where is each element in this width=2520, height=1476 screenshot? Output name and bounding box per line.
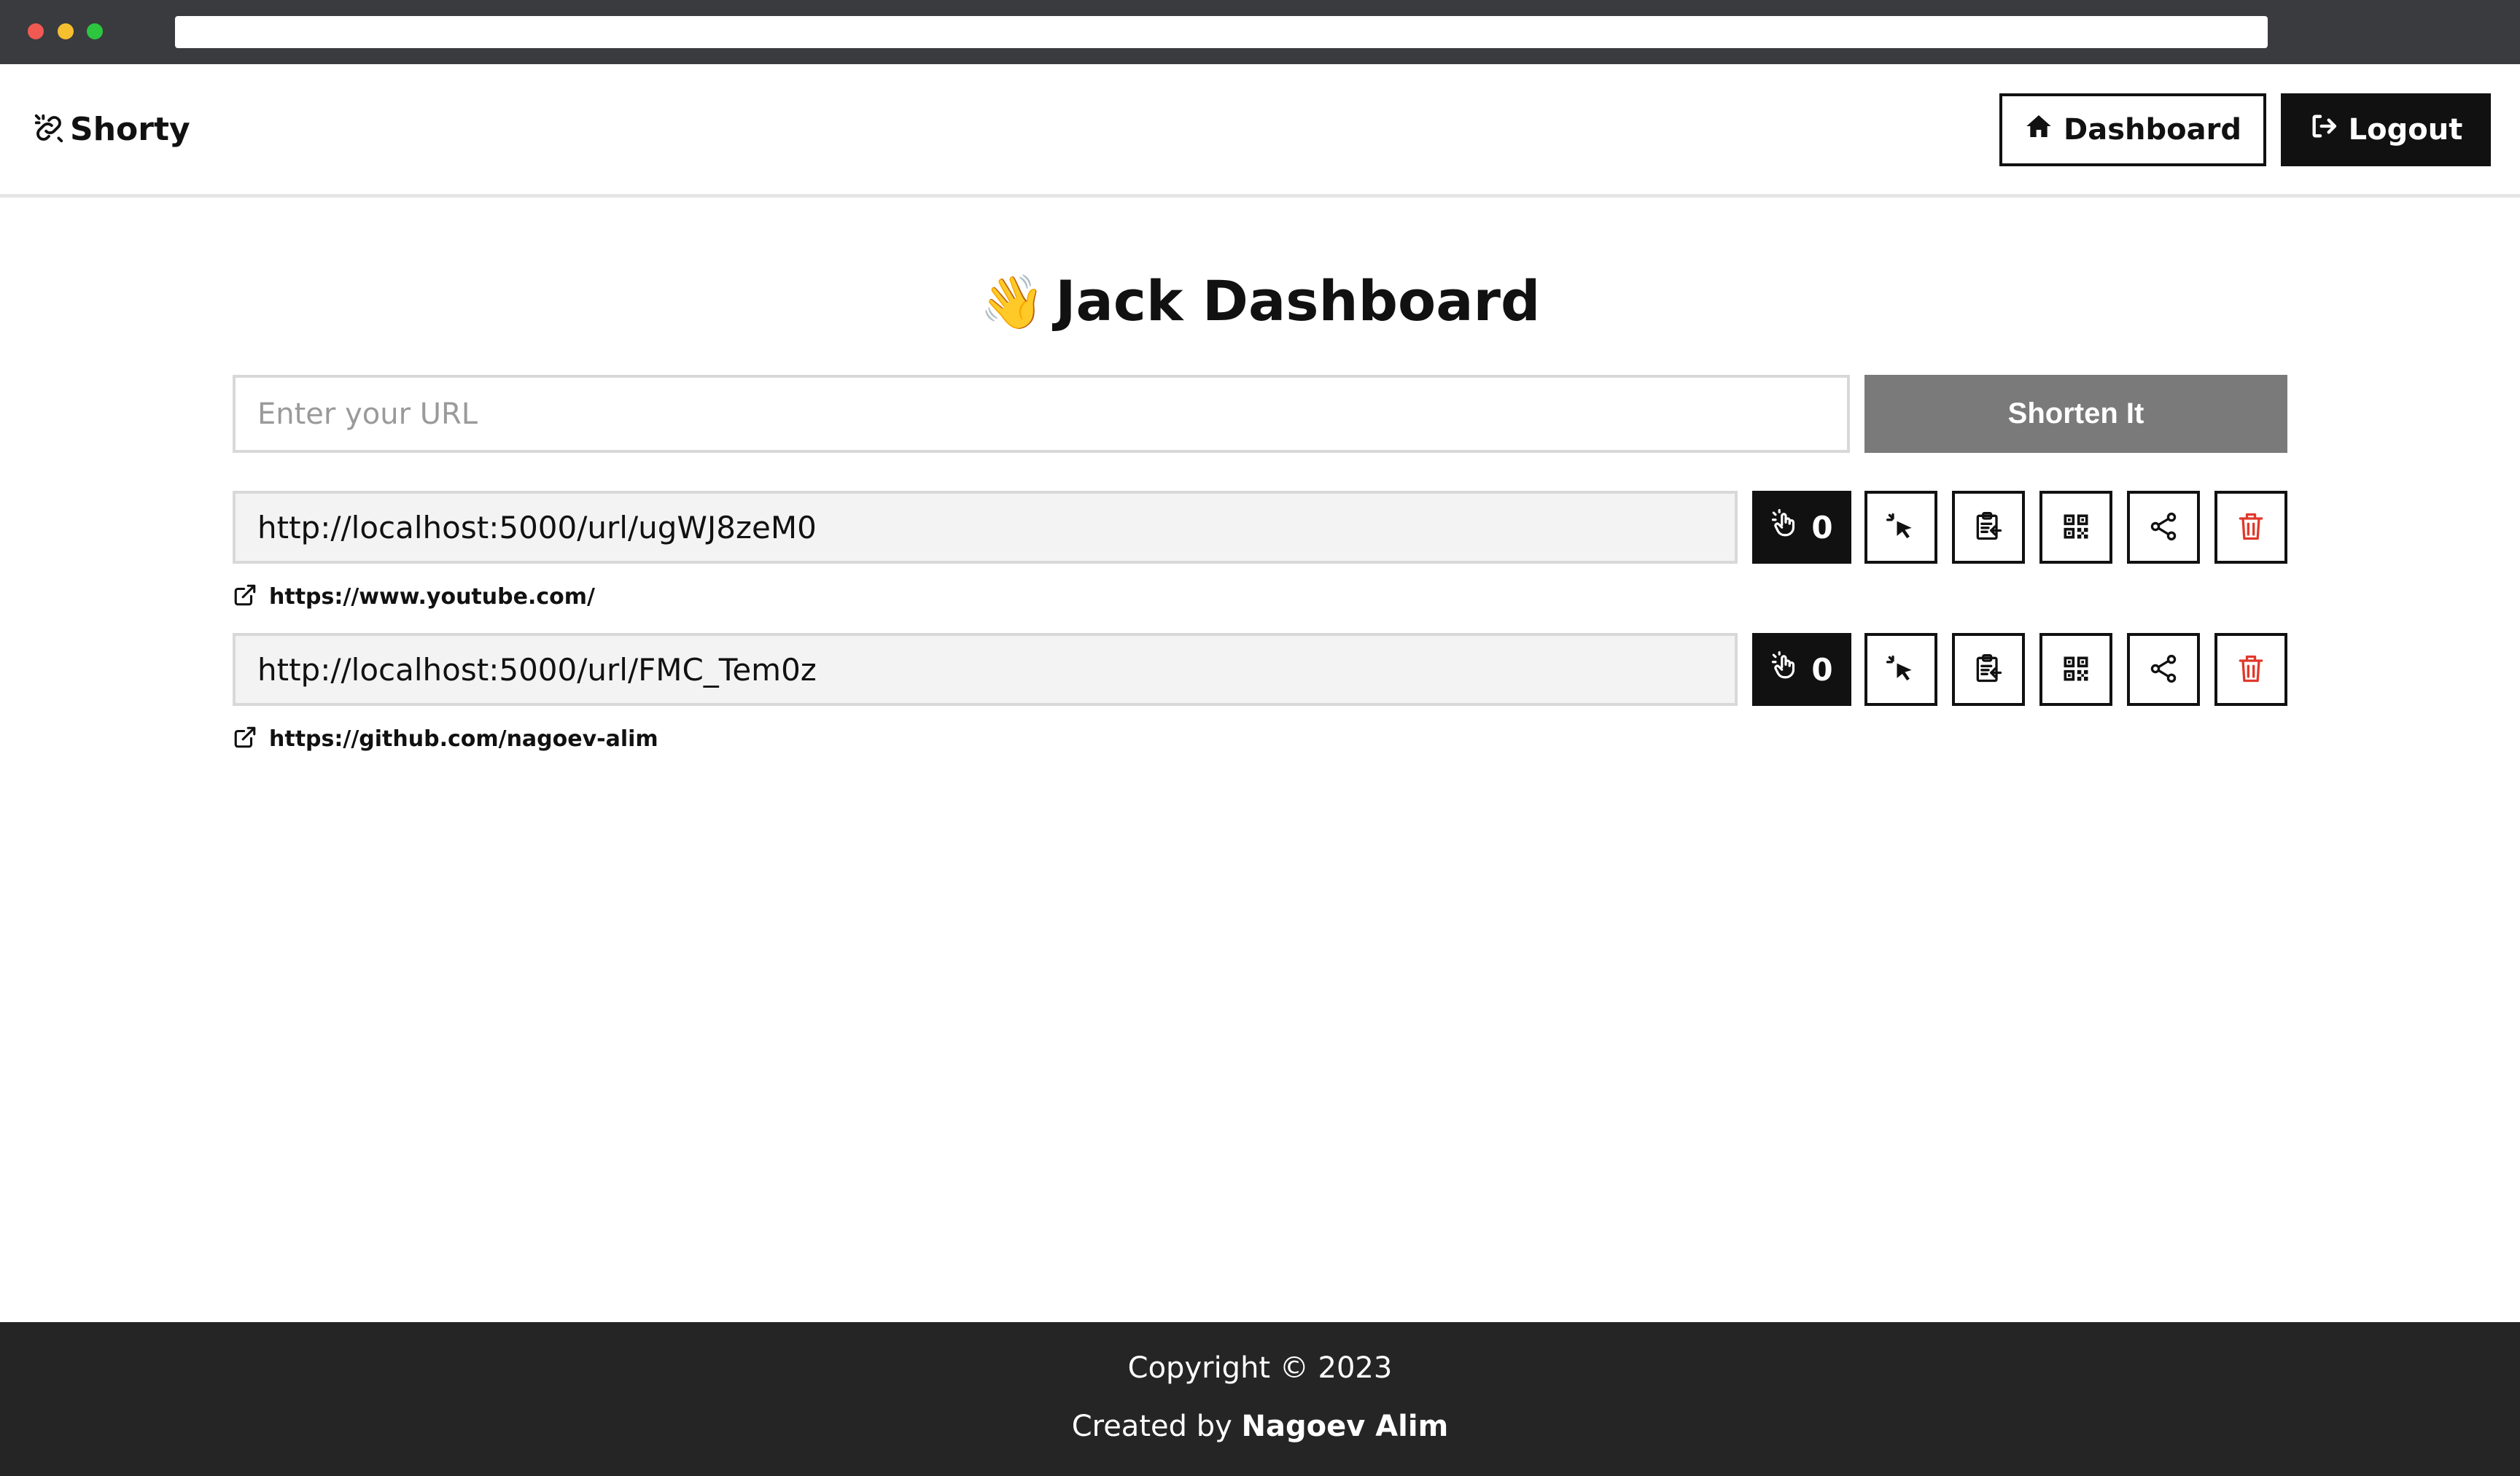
url-input[interactable] — [233, 375, 1850, 453]
navbar: Shorty Dashboard Logout — [0, 64, 2520, 198]
shorten-button[interactable]: Shorten It — [1864, 375, 2287, 453]
brand-logo-link[interactable]: Shorty — [32, 111, 190, 148]
delete-button[interactable] — [2214, 491, 2287, 564]
dashboard-button[interactable]: Dashboard — [1999, 93, 2266, 166]
dashboard-button-label: Dashboard — [2064, 113, 2241, 147]
share-button[interactable] — [2127, 633, 2200, 706]
external-link-icon — [233, 725, 257, 753]
clipboard-icon — [1972, 510, 2004, 545]
cursor-click-icon — [1885, 653, 1917, 687]
link-item: http://localhost:5000/url/FMC_Tem0z 0 ht… — [233, 633, 2287, 764]
qr-code-button[interactable] — [2039, 491, 2112, 564]
visit-link-button[interactable] — [1864, 633, 1937, 706]
logout-button-label: Logout — [2348, 113, 2463, 147]
clicks-count-badge: 0 — [1752, 633, 1851, 706]
address-bar[interactable] — [175, 16, 2268, 48]
page-title: 👋 Jack Dashboard — [0, 268, 2520, 333]
clicks-count: 0 — [1811, 651, 1833, 688]
clicks-count: 0 — [1811, 509, 1833, 545]
window-maximize-button[interactable] — [87, 23, 103, 39]
browser-chrome — [0, 0, 2520, 64]
page-title-text: Jack Dashboard — [1055, 268, 1541, 333]
window-minimize-button[interactable] — [58, 23, 74, 39]
original-url: https://github.com/nagoev-alim — [233, 725, 658, 753]
original-url: https://www.youtube.com/ — [233, 583, 595, 610]
share-button[interactable] — [2127, 491, 2200, 564]
share-icon — [2147, 653, 2179, 687]
clipboard-icon — [1972, 653, 2004, 687]
clicks-count-badge: 0 — [1752, 491, 1851, 564]
short-url-field[interactable]: http://localhost:5000/url/FMC_Tem0z — [233, 633, 1738, 706]
visit-link-button[interactable] — [1864, 491, 1937, 564]
short-url-field[interactable]: http://localhost:5000/url/ugWJ8zeM0 — [233, 491, 1738, 564]
hand-click-icon — [1770, 650, 1801, 688]
qr-code-button[interactable] — [2039, 633, 2112, 706]
copy-link-button[interactable] — [1952, 633, 2025, 706]
hand-click-icon — [1770, 508, 1801, 546]
cursor-click-icon — [1885, 510, 1917, 545]
external-link-icon — [233, 583, 257, 610]
trash-icon — [2235, 653, 2267, 687]
logout-icon — [2309, 112, 2338, 148]
share-icon — [2147, 510, 2179, 545]
logout-button[interactable]: Logout — [2281, 93, 2491, 166]
qr-code-icon — [2060, 653, 2092, 687]
original-url-link[interactable]: https://www.youtube.com/ — [269, 584, 595, 610]
copy-link-button[interactable] — [1952, 491, 2025, 564]
home-icon — [2024, 112, 2053, 148]
waving-hand-icon: 👋 — [979, 271, 1046, 333]
trash-icon — [2235, 510, 2267, 545]
original-url-link[interactable]: https://github.com/nagoev-alim — [269, 726, 658, 752]
author-link[interactable]: Nagoev Alim — [1242, 1410, 1449, 1443]
window-close-button[interactable] — [28, 23, 44, 39]
footer: Copyright © 2023 Created by Nagoev Alim — [0, 1322, 2520, 1476]
qr-code-icon — [2060, 510, 2092, 545]
created-by-prefix: Created by — [1071, 1410, 1232, 1443]
brand-name: Shorty — [70, 111, 190, 148]
created-by-text: Created by Nagoev Alim — [0, 1410, 2520, 1443]
copyright-text: Copyright © 2023 — [1127, 1351, 1393, 1385]
link-item: http://localhost:5000/url/ugWJ8zeM0 0 ht… — [233, 491, 2287, 622]
delete-button[interactable] — [2214, 633, 2287, 706]
link-icon — [32, 112, 66, 148]
